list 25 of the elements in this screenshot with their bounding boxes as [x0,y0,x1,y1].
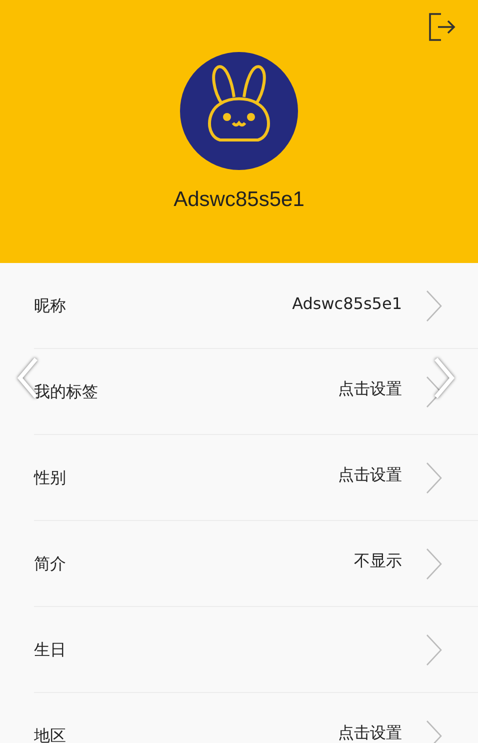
row-label: 昵称 [34,296,67,317]
chevron-right-icon [426,462,442,494]
row-value: 不显示 [354,551,402,572]
row-label: 生日 [34,640,67,661]
logout-icon[interactable] [428,12,456,42]
settings-row[interactable]: 地区 点击设置 [34,693,478,743]
row-label: 地区 [34,726,67,743]
settings-row[interactable]: 昵称 Adswc85s5e1 [34,263,478,349]
row-label: 性别 [34,468,67,489]
chevron-right-icon [426,720,442,743]
settings-row[interactable]: 我的标签 点击设置 [34,349,478,435]
row-label: 简介 [34,554,67,575]
username: Adswc85s5e1 [174,188,304,212]
settings-row[interactable]: 性别 点击设置 [34,435,478,521]
row-value: Adswc85s5e1 [292,294,402,313]
chevron-right-icon [426,548,442,580]
chevron-right-icon [426,376,442,408]
settings-row[interactable]: 生日 [34,607,478,693]
row-value: 点击设置 [338,465,402,486]
settings-row[interactable]: 简介 不显示 [34,521,478,607]
chevron-right-icon [426,290,442,322]
chevron-right-icon [426,634,442,666]
row-value: 点击设置 [338,723,402,743]
row-value: 点击设置 [338,379,402,400]
row-label: 我的标签 [34,382,99,403]
